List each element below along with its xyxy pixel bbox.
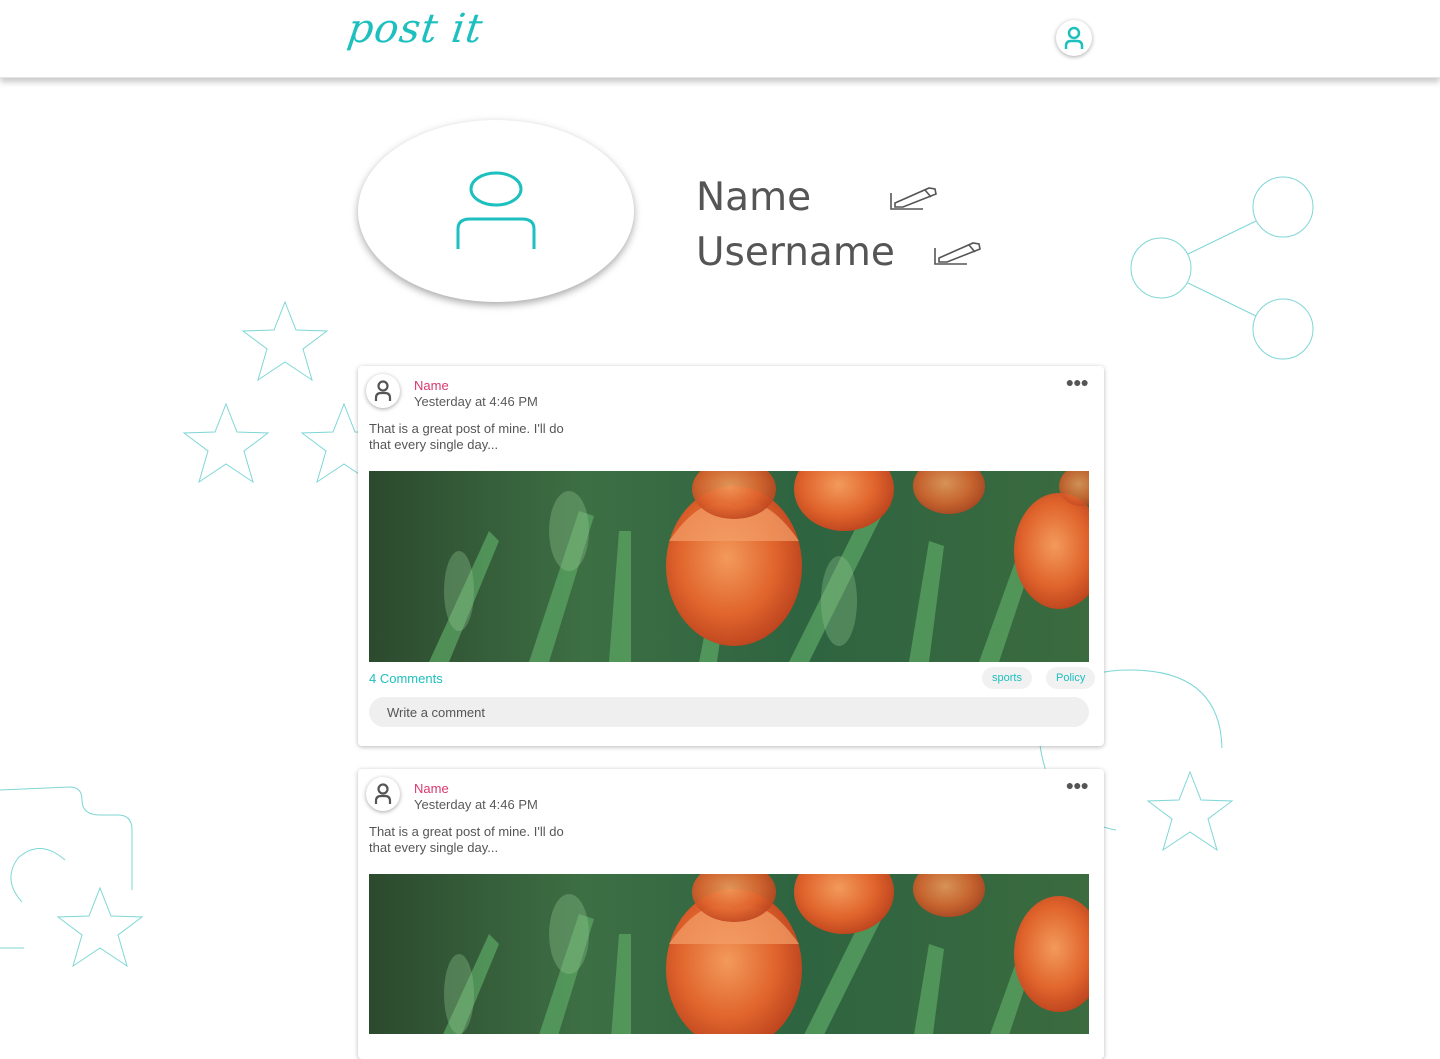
star-decoration bbox=[1146, 770, 1234, 852]
header-profile-button[interactable] bbox=[1056, 20, 1092, 56]
post-author-name[interactable]: Name bbox=[414, 378, 449, 393]
user-icon bbox=[374, 783, 392, 804]
post-author-avatar[interactable] bbox=[366, 374, 400, 408]
profile-avatar[interactable] bbox=[358, 120, 634, 302]
profile-name: Name bbox=[696, 175, 812, 220]
comments-count-link[interactable]: 4 Comments bbox=[369, 671, 443, 686]
star-decoration bbox=[56, 886, 144, 968]
more-dots-icon[interactable]: ●●● bbox=[1066, 777, 1089, 793]
post-image-tulips[interactable] bbox=[369, 471, 1089, 662]
post-card: Name Yesterday at 4:46 PM ●●● That is a … bbox=[358, 366, 1104, 746]
user-icon bbox=[374, 380, 392, 401]
profile-username: Username bbox=[696, 230, 895, 275]
tulips-photo bbox=[369, 471, 1089, 662]
post-image-tulips[interactable] bbox=[369, 874, 1089, 1034]
more-dots-icon[interactable]: ●●● bbox=[1066, 374, 1089, 390]
post-author-avatar[interactable] bbox=[366, 777, 400, 811]
star-decoration bbox=[182, 402, 270, 484]
tag-sports[interactable]: sports bbox=[982, 667, 1032, 689]
camera-decoration bbox=[0, 786, 133, 890]
post-timestamp: Yesterday at 4:46 PM bbox=[414, 797, 538, 812]
top-bar: post it bbox=[0, 0, 1440, 78]
tag-policy[interactable]: Policy bbox=[1046, 667, 1096, 689]
app-logo[interactable]: post it bbox=[345, 6, 486, 52]
user-icon bbox=[1064, 26, 1084, 49]
star-decoration bbox=[241, 300, 329, 382]
edit-name-pencil-icon[interactable] bbox=[889, 185, 939, 211]
post-timestamp: Yesterday at 4:46 PM bbox=[414, 394, 538, 409]
tulips-photo bbox=[369, 874, 1089, 1034]
post-text: That is a great post of mine. I'll do th… bbox=[369, 824, 564, 855]
edit-username-pencil-icon[interactable] bbox=[933, 240, 983, 266]
user-icon bbox=[456, 171, 536, 249]
post-text: That is a great post of mine. I'll do th… bbox=[369, 421, 564, 452]
camera-decoration bbox=[10, 848, 66, 903]
post-author-name[interactable]: Name bbox=[414, 781, 449, 796]
post-card: Name Yesterday at 4:46 PM ●●● That is a … bbox=[358, 769, 1104, 1059]
comment-input[interactable] bbox=[369, 697, 1089, 727]
